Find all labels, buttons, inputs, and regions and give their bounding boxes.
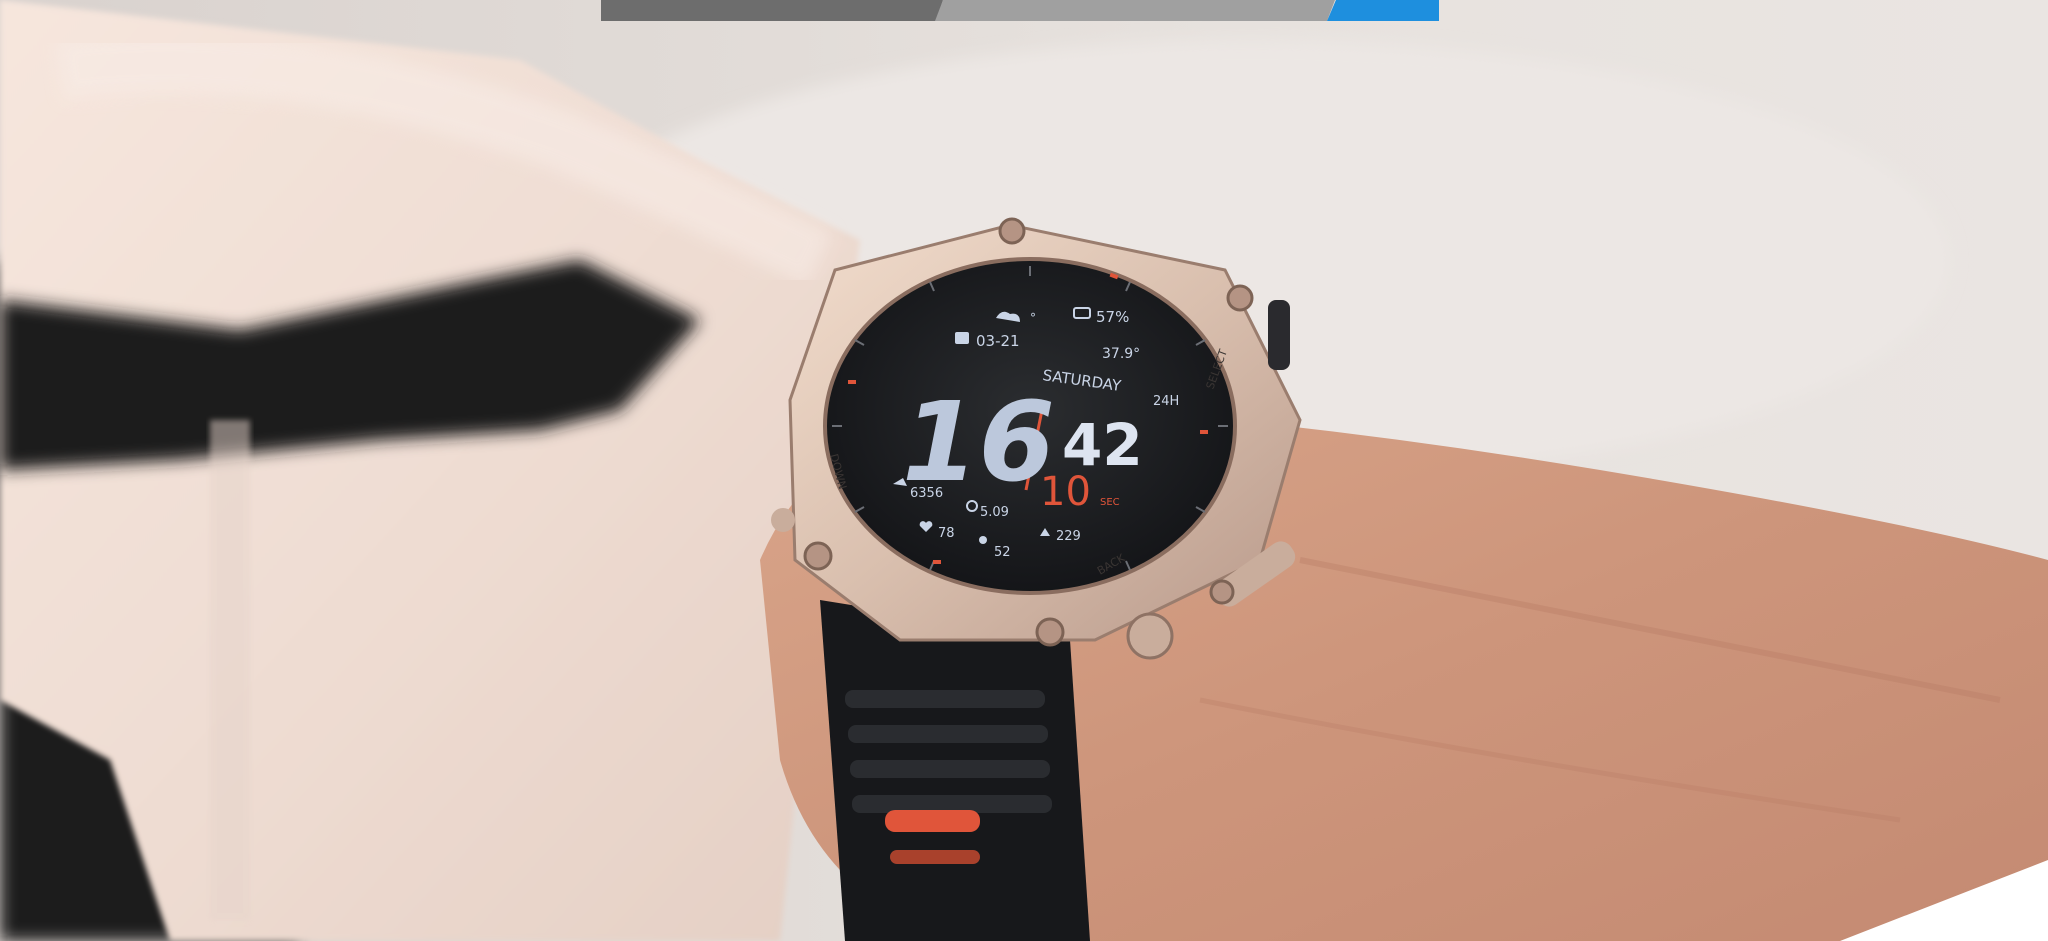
second-text: 10 xyxy=(1040,469,1091,515)
stairs-icon xyxy=(979,536,987,544)
steps-text: 6356 xyxy=(910,486,943,501)
floors-text: 52 xyxy=(994,545,1011,560)
strap-accent xyxy=(885,810,980,832)
calendar-icon xyxy=(955,332,969,344)
temp-label: ° xyxy=(1030,311,1036,325)
strip-light xyxy=(935,0,1335,21)
button-icon xyxy=(1126,612,1174,660)
seconds-suffix: SEC xyxy=(1100,497,1120,508)
calories-text: 229 xyxy=(1056,529,1081,544)
date-text: 03-21 xyxy=(976,332,1020,350)
heart-rate-text: 78 xyxy=(938,526,955,541)
top-banner-strip xyxy=(601,0,1439,21)
distance-text: 5.09 xyxy=(980,505,1009,520)
temperature-text: 37.9° xyxy=(1102,346,1140,362)
battery-text: 57% xyxy=(1096,308,1129,326)
format-text: 24H xyxy=(1153,394,1179,409)
strip-accent xyxy=(1327,0,1439,21)
wristwatch-photo: 57% ° 03-21 37.9° SATURDAY 24H 16 42 10 … xyxy=(0,0,2048,941)
screw-icon xyxy=(998,217,1026,245)
strip-dark xyxy=(601,0,943,21)
photo-scene: 57% ° 03-21 37.9° SATURDAY 24H 16 42 10 … xyxy=(0,0,2048,941)
